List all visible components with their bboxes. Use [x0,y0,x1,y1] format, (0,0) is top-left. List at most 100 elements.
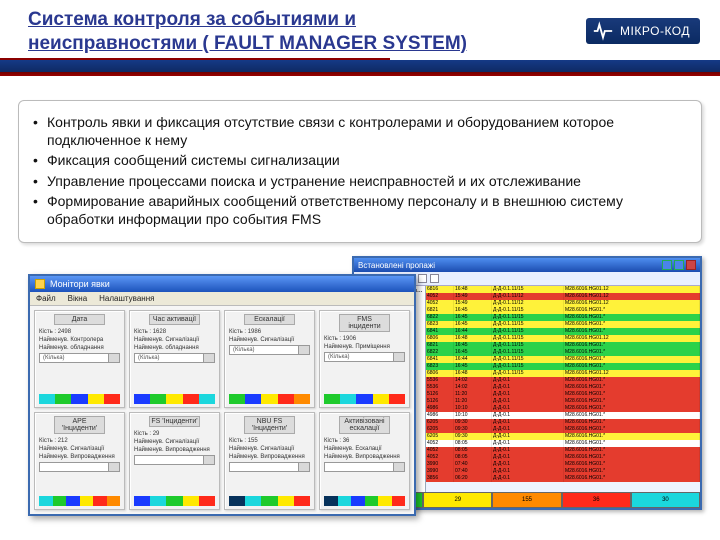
panel-count: Кість : 212 [39,438,120,444]
panel-dropdown[interactable] [324,462,405,472]
monitor-panel: FMS інциденти Кість : 1906 Найменув. Примі… [319,310,410,408]
panel-count: Кість : 1906 [324,336,405,342]
panel-dropdown[interactable]: (Кілька) [324,352,405,362]
panel-label: Найменув. Випровадження [39,454,120,460]
monitor-panel: NBU FS 'Інциденти'Кість : 155Найменув. С… [224,412,315,510]
panel-dropdown[interactable] [39,462,120,472]
log-row[interactable]: 405215:49Д-Д-0.1.11/12M28.6016.HG01.12 [426,293,700,300]
log-row[interactable]: 512611:20Д-Д-0.1M28.6016.HG01.* [426,398,700,405]
log-row[interactable]: 682116:45Д-Д-0.1.11/15M28.6016.HG01.* [426,307,700,314]
monitor-panel: APE 'Інциденти' Кість : 212 Найменув. Сигн… [34,412,125,510]
toolbar-icon[interactable] [418,274,427,283]
panel-bars [134,394,215,404]
panel-label: Найменув. Випровадження [324,454,405,460]
log-row[interactable]: 405208:05Д-Д-0.1M28.6016.HG01.* [426,440,700,447]
toolbar-icon[interactable] [430,274,439,283]
log-row[interactable]: 684116:44Д-Д-0.1.11/15M28.6016.HG01.* [426,328,700,335]
panel-dropdown[interactable] [229,462,310,472]
monitors-menubar: Файл Вікна Налаштування [30,292,414,306]
panel-label: Найменув. Контролера [39,337,120,343]
feature-bullets-box: Контроль явки и фиксация отсутствие связ… [18,100,702,243]
log-window-title: Встановлені пропажі [358,261,435,270]
panel-title: APE 'Інциденти' [54,416,104,434]
slide-header: Система контроля за событиями и неисправ… [0,0,720,84]
log-row[interactable]: 620509:30Д-Д-0.1M28.6016.HG01.* [426,433,700,440]
monitors-window-titlebar[interactable]: Монітори явки [30,276,414,292]
panel-dropdown[interactable] [134,455,215,465]
log-row[interactable]: 553614:02Д-Д-0.1M28.6016.HG01.* [426,377,700,384]
menu-item[interactable]: Файл [36,294,56,303]
title-line-1: Система контроля за событиями и [28,9,356,30]
bullet-list: Контроль явки и фиксация отсутствие связ… [33,113,687,228]
log-row[interactable]: 682216:45Д-Д-0.1.11/15M28.6016.HG01.* [426,314,700,321]
panel-dropdown[interactable]: (Кілька) [39,353,120,363]
panel-count: Кість : 1986 [229,329,310,335]
brand-logo: МІКРО-КОД [586,18,700,44]
status-cell: 29 [423,492,492,508]
log-row[interactable]: 620509:30Д-Д-0.1M28.6016.HG01.* [426,419,700,426]
panel-bars [229,394,310,404]
maximize-button[interactable] [674,260,684,270]
log-row[interactable]: 399007:40Д-Д-0.1M28.6016.HG01.* [426,468,700,475]
panel-label: Найменув. Приміщення [324,344,405,350]
screenshot-composite: Встановлені пропажі Назва | Найменування… [28,256,702,530]
log-row[interactable]: 680616:48Д-Д-0.1.11/15M28.6016.HG01.12 [426,370,700,377]
log-row[interactable]: 682316:45Д-Д-0.1.11/15M28.6016.HG01.* [426,321,700,328]
minimize-button[interactable] [662,260,672,270]
monitor-panel: Активізовані ескалації Кість : 36 Найменув… [319,412,410,510]
panel-label: Найменув. Сигналізації [39,446,120,452]
bullet-item: Управление процессами поиска и устранени… [33,172,687,190]
title-line-2: неисправностями ( FAULT MANAGER SYSTEM) [28,33,467,54]
panel-dropdown[interactable]: (Кілька) [229,345,310,355]
close-button[interactable] [686,260,696,270]
panel-title: Ескалації [244,314,294,325]
panel-label: Найменув. Сигналізації [134,337,215,343]
status-cell: 30 [631,492,700,508]
log-window-titlebar[interactable]: Встановлені пропажі [354,258,700,272]
app-icon [35,279,45,289]
panel-label: Найменув. Сигналізації [229,446,310,452]
bullet-item: Контроль явки и фиксация отсутствие связ… [33,113,687,149]
panel-count: Кість : 36 [324,438,405,444]
status-cell: 155 [492,492,561,508]
panel-bars [134,496,215,506]
log-row[interactable]: 553614:02Д-Д-0.1M28.6016.HG01.* [426,384,700,391]
panel-title: Дата [54,314,104,325]
log-row[interactable]: 680616:48Д-Д-0.1.11/15M28.6016.HG01.12 [426,335,700,342]
panel-count: Кість : 1628 [134,329,215,335]
slide-title: Система контроля за событиями и неисправ… [28,8,467,56]
log-row[interactable]: 620509:30Д-Д-0.1M28.6016.HG01.* [426,426,700,433]
panel-title: NBU FS 'Інциденти' [244,416,294,434]
log-row[interactable]: 405208:05Д-Д-0.1M28.6016.HG01.* [426,454,700,461]
panel-label: Найменув. Випровадження [229,454,310,460]
log-row[interactable]: 498610:10Д-Д-0.1M28.6016.HG01.* [426,412,700,419]
log-row[interactable]: 684116:44Д-Д-0.1.11/15M28.6016.HG01.* [426,356,700,363]
monitors-window-title: Монітори явки [50,279,110,289]
monitor-panel: ДатаКість : 2498Найменув. КонтролераНайм… [34,310,125,408]
panel-bars [324,394,405,404]
menu-item[interactable]: Вікна [68,294,87,303]
monitors-window: Монітори явки Файл Вікна Налаштування Да… [28,274,416,516]
panel-dropdown[interactable]: (Кілька) [134,353,215,363]
log-row[interactable]: 682216:45Д-Д-0.1.11/15M28.6016.HG01.* [426,349,700,356]
log-row[interactable]: 682316:45Д-Д-0.1.11/15M28.6016.HG01.* [426,363,700,370]
log-row[interactable]: 405215:49Д-Д-0.1.11/12M28.6016.HG01.12 [426,300,700,307]
status-cell: 36 [562,492,631,508]
panel-title: Активізовані ескалації [339,416,389,434]
monitor-panel: FS 'Інциденти'Кість : 29Найменув. Сигнал… [129,412,220,510]
log-row[interactable]: 682116:45Д-Д-0.1.11/15M28.6016.HG01.* [426,342,700,349]
log-row[interactable]: 405208:05Д-Д-0.1M28.6016.HG01.* [426,447,700,454]
log-row[interactable]: 512611:20Д-Д-0.1M28.6016.HG01.* [426,391,700,398]
log-row[interactable]: 385606:20Д-Д-0.1M28.6016.HG01.* [426,475,700,482]
menu-item[interactable]: Налаштування [99,294,154,303]
panel-bars [324,496,405,506]
header-band [0,60,720,76]
log-row[interactable]: 498610:10Д-Д-0.1M28.6016.HG01.* [426,405,700,412]
panel-title: FMS інциденти [339,314,389,332]
panel-label: Найменув. обладнання [134,345,215,351]
log-grid: 681616:48Д-Д-0.1.11/15M28.6016.HG01.1240… [426,286,700,492]
panel-bars [39,496,120,506]
panel-count: Кість : 29 [134,431,215,437]
log-row[interactable]: 681616:48Д-Д-0.1.11/15M28.6016.HG01.12 [426,286,700,293]
log-row[interactable]: 399007:40Д-Д-0.1M28.6016.HG01.* [426,461,700,468]
